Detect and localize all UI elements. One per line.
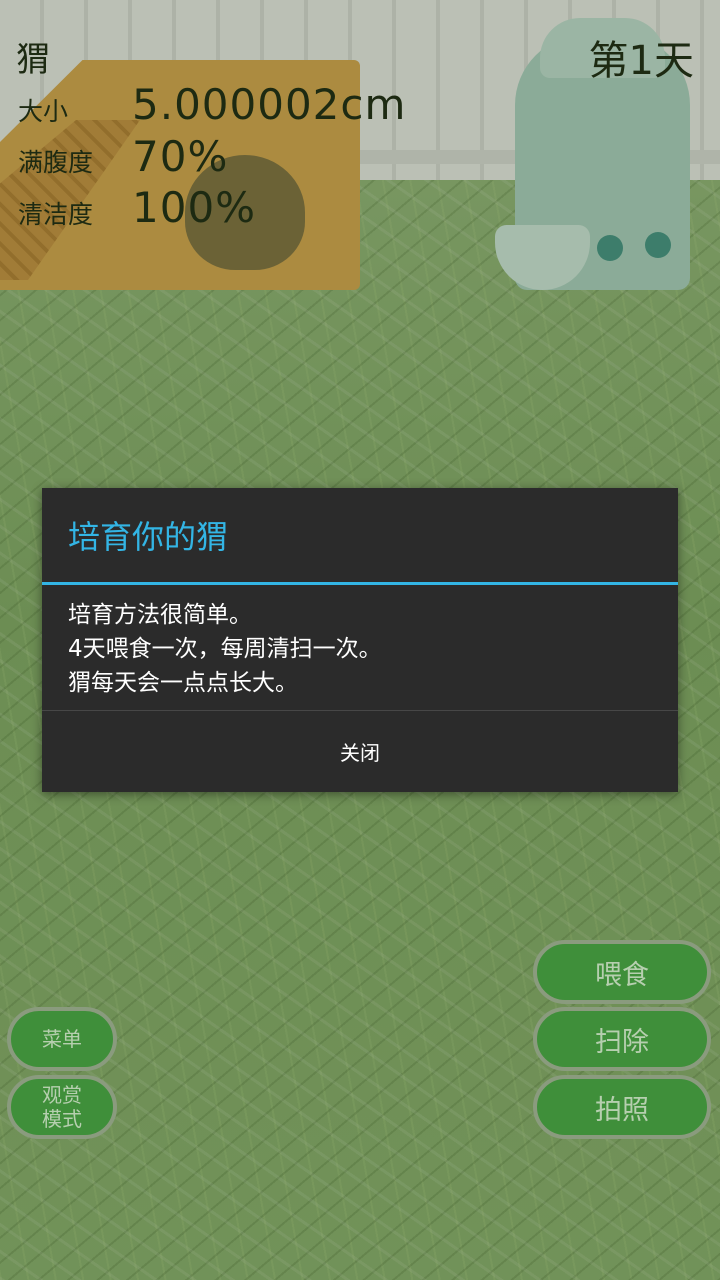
dialog-title: 培育你的猬 bbox=[68, 518, 229, 556]
dialog-title-divider bbox=[42, 582, 678, 585]
clean-button[interactable]: 扫除 bbox=[533, 1007, 711, 1071]
dialog-line: 培育方法很简单。 bbox=[68, 602, 252, 628]
menu-button[interactable]: 菜单 bbox=[7, 1007, 117, 1071]
cleanliness-value: 100% bbox=[132, 183, 257, 232]
dialog-message: 培育方法很简单。 4天喂食一次，每周清扫一次。 猬每天会一点点长大。 bbox=[68, 598, 658, 700]
day-counter: 第1天 bbox=[588, 38, 694, 84]
fullness-label: 满腹度 bbox=[18, 148, 94, 177]
photo-button[interactable]: 拍照 bbox=[533, 1075, 711, 1139]
dialog-line: 4天喂食一次，每周清扫一次。 bbox=[68, 636, 382, 662]
size-label: 大小 bbox=[18, 97, 69, 126]
close-button[interactable]: 关闭 bbox=[42, 711, 678, 792]
pet-name: 猬 bbox=[16, 40, 50, 80]
fullness-value: 70% bbox=[132, 132, 229, 181]
dialog-line: 猬每天会一点点长大。 bbox=[68, 670, 298, 696]
view-mode-button[interactable]: 观赏 模式 bbox=[7, 1075, 117, 1139]
size-value: 5.000002cm bbox=[132, 80, 407, 129]
info-dialog: 培育你的猬 培育方法很简单。 4天喂食一次，每周清扫一次。 猬每天会一点点长大。… bbox=[42, 488, 678, 792]
feed-button[interactable]: 喂食 bbox=[533, 940, 711, 1004]
view-mode-label-line1: 观赏 bbox=[42, 1083, 82, 1107]
view-mode-label-line2: 模式 bbox=[42, 1107, 82, 1131]
cleanliness-label: 清洁度 bbox=[18, 200, 94, 229]
